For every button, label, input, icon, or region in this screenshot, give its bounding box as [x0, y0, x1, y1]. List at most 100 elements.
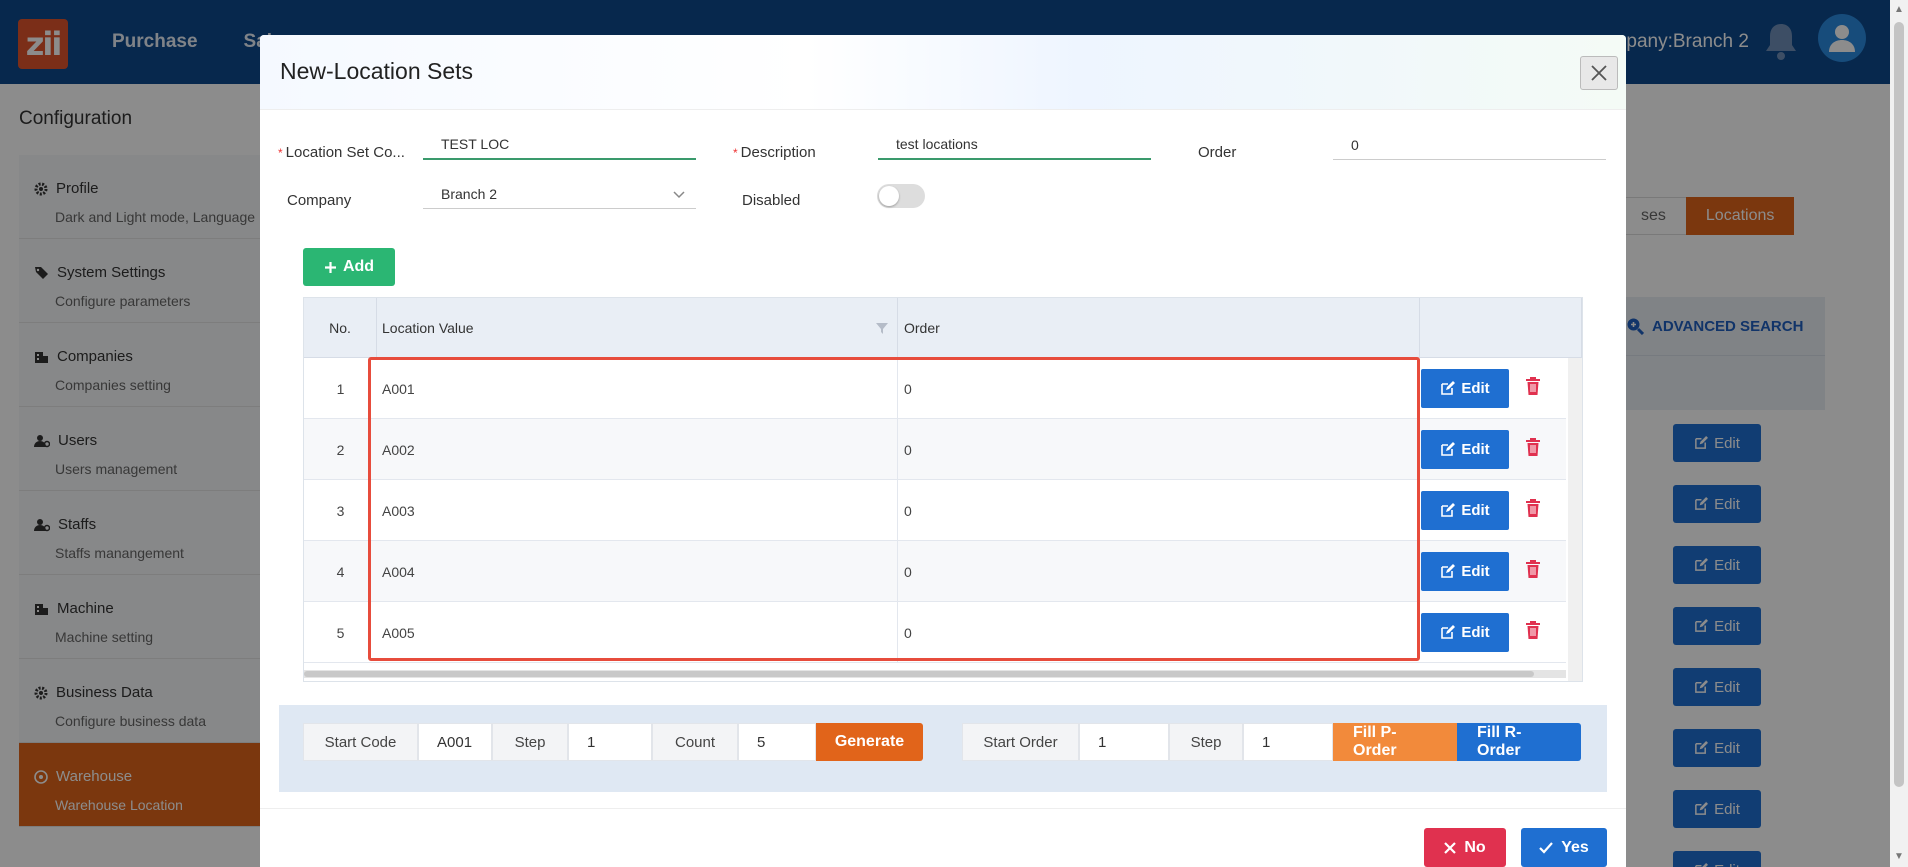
row-no: 4 [336, 563, 345, 580]
fill-r-order-button[interactable]: Fill R-Order [1457, 723, 1581, 761]
location-set-code-label: * Location Set Co... [278, 144, 405, 161]
trash-icon [1526, 499, 1540, 517]
close-icon [1591, 65, 1607, 81]
scroll-up-icon[interactable]: ▲ [1894, 4, 1904, 15]
order-step-input[interactable]: 1 [1243, 723, 1333, 761]
locations-grid: No. Location Value Order 1 A001 0 Edit 2 A002… [303, 297, 1583, 682]
table-row[interactable]: 2 A002 0 Edit [304, 419, 1566, 480]
edit-icon [1441, 381, 1456, 395]
edit-label: Edit [1461, 624, 1490, 641]
no-button[interactable]: No [1424, 828, 1506, 867]
scroll-down-icon[interactable]: ▼ [1894, 851, 1904, 862]
edit-button[interactable]: Edit [1421, 613, 1509, 652]
delete-button[interactable] [1526, 438, 1546, 460]
row-no: 3 [336, 502, 345, 519]
column-actions [1420, 298, 1582, 358]
edit-icon [1441, 625, 1456, 639]
count-input[interactable]: 5 [738, 723, 816, 761]
yes-button[interactable]: Yes [1521, 828, 1607, 867]
description-input[interactable]: test locations [878, 130, 1151, 160]
grid-vertical-scrollbar[interactable] [1568, 358, 1582, 681]
row-location-value[interactable]: A004 [377, 541, 898, 602]
edit-label: Edit [1461, 380, 1490, 397]
chevron-down-icon[interactable] [672, 188, 686, 202]
row-location-value[interactable]: A003 [377, 480, 898, 541]
table-row[interactable]: 5 A005 0 Edit [304, 602, 1566, 663]
close-icon [1444, 841, 1457, 854]
app-root: zii Purchase Sale ompany:Branch 2 Config… [0, 0, 1908, 867]
add-button[interactable]: Add [303, 248, 395, 286]
row-no: 5 [336, 624, 345, 641]
row-order[interactable]: 0 [898, 358, 1420, 419]
company-select[interactable]: Branch 2 [423, 179, 696, 209]
fill-p-order-button[interactable]: Fill P-Order [1333, 723, 1457, 761]
table-row[interactable]: 4 A004 0 Edit [304, 541, 1566, 602]
column-no[interactable]: No. [304, 298, 377, 358]
column-location-value[interactable]: Location Value [377, 298, 898, 358]
edit-icon [1441, 503, 1456, 517]
page-scrollbar[interactable]: ▲ ▼ [1890, 0, 1908, 867]
disabled-toggle[interactable] [877, 184, 925, 208]
modal-title: New-Location Sets [280, 58, 474, 84]
trash-icon [1526, 377, 1540, 395]
grid-hscroll-thumb[interactable] [304, 671, 1534, 677]
row-location-value[interactable]: A002 [377, 419, 898, 480]
close-button[interactable] [1580, 56, 1618, 90]
trash-icon [1526, 438, 1540, 456]
edit-label: Edit [1461, 502, 1490, 519]
start-code-input[interactable]: A001 [418, 723, 492, 761]
order-input[interactable]: 0 [1333, 130, 1606, 160]
row-no: 1 [336, 380, 345, 397]
generator-panel: Start Code A001 Step 1 Count 5 Generate … [279, 705, 1607, 792]
generate-button[interactable]: Generate [816, 723, 923, 761]
grid-horizontal-scrollbar[interactable] [304, 670, 1566, 678]
edit-label: Edit [1461, 441, 1490, 458]
trash-icon [1526, 560, 1540, 578]
edit-button[interactable]: Edit [1421, 369, 1509, 408]
table-row[interactable]: 3 A003 0 Edit [304, 480, 1566, 541]
row-order[interactable]: 0 [898, 480, 1420, 541]
plus-icon [324, 261, 336, 273]
scrollbar-thumb[interactable] [1894, 22, 1904, 787]
footer-divider [260, 808, 1626, 809]
start-order-input[interactable]: 1 [1079, 723, 1169, 761]
modal-header: New-Location Sets [260, 35, 1626, 110]
row-order[interactable]: 0 [898, 419, 1420, 480]
row-location-value[interactable]: A001 [377, 358, 898, 419]
delete-button[interactable] [1526, 560, 1546, 582]
code-generator-row: Start Code A001 Step 1 Count 5 Generate [303, 723, 923, 761]
company-label: Company [287, 192, 352, 209]
filter-icon[interactable] [876, 322, 888, 334]
delete-button[interactable] [1526, 499, 1546, 521]
location-set-code-input[interactable]: TEST LOC [423, 130, 696, 160]
delete-button[interactable] [1526, 377, 1546, 399]
edit-icon [1441, 564, 1456, 578]
trash-icon [1526, 621, 1540, 639]
order-step-label: Step [1169, 723, 1243, 761]
new-location-sets-dialog: New-Location Sets * Location Set Co... TE… [260, 35, 1626, 867]
step-input[interactable]: 1 [568, 723, 652, 761]
edit-button[interactable]: Edit [1421, 491, 1509, 530]
step-label: Step [492, 723, 568, 761]
yes-label: Yes [1561, 838, 1589, 856]
description-label: * Description [733, 144, 816, 161]
column-order[interactable]: Order [898, 298, 1420, 358]
delete-button[interactable] [1526, 621, 1546, 643]
disabled-label: Disabled [742, 192, 801, 209]
check-icon [1539, 841, 1554, 854]
edit-icon [1441, 442, 1456, 456]
no-label: No [1464, 838, 1486, 856]
row-no: 2 [336, 441, 345, 458]
start-order-label: Start Order [962, 723, 1079, 761]
order-fill-row: Start Order 1 Step 1 Fill P-Order Fill R… [962, 723, 1581, 761]
add-label: Add [342, 258, 375, 275]
edit-button[interactable]: Edit [1421, 430, 1509, 469]
count-label: Count [652, 723, 738, 761]
grid-header: No. Location Value Order [304, 298, 1582, 358]
row-location-value[interactable]: A005 [377, 602, 898, 663]
table-row[interactable]: 1 A001 0 Edit [304, 358, 1566, 419]
edit-button[interactable]: Edit [1421, 552, 1509, 591]
order-label: Order [1198, 144, 1237, 161]
row-order[interactable]: 0 [898, 602, 1420, 663]
row-order[interactable]: 0 [898, 541, 1420, 602]
